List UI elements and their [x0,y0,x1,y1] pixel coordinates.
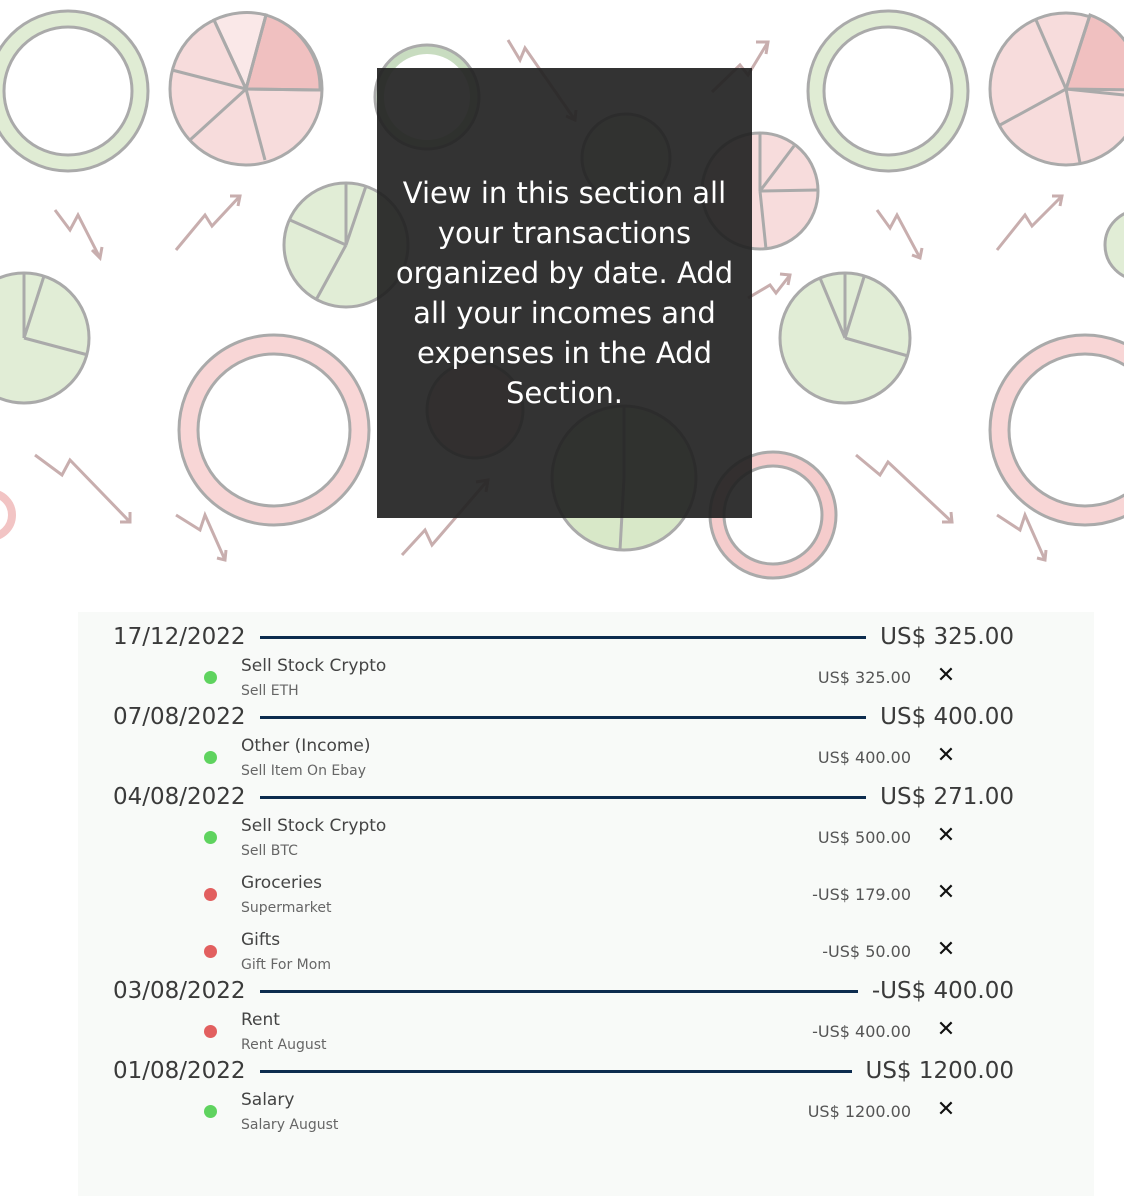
transaction-description: Sell ETH [241,683,299,699]
transaction-category: Other (Income) [241,736,371,756]
transaction-row: Sell Stock Crypto Sell ETH US$ 325.00 ✕ [198,656,958,706]
info-overlay: View in this section all your transactio… [377,68,752,518]
donut-chart-icon [0,11,148,171]
delete-transaction-button[interactable]: ✕ [934,824,958,848]
transaction-amount: US$ 400.00 [817,748,911,767]
delete-transaction-button[interactable]: ✕ [934,881,958,905]
group-total: US$ 325.00 [880,624,1014,650]
date-group-header: 17/12/2022 US$ 325.00 [113,622,1014,652]
transaction-description: Salary August [241,1117,339,1133]
donut-chart-icon [808,11,968,171]
group-divider [259,795,867,799]
date-group-header: 04/08/2022 US$ 271.00 [113,782,1014,812]
donut-chart-icon [180,336,368,524]
transaction-row: Salary Salary August US$ 1200.00 ✕ [198,1090,958,1140]
delete-transaction-button[interactable]: ✕ [934,664,958,688]
expense-indicator-dot [204,888,217,901]
date-group-header: 07/08/2022 US$ 400.00 [113,702,1014,732]
group-divider [259,715,867,719]
transaction-row: Gifts Gift For Mom -US$ 50.00 ✕ [198,930,958,980]
transaction-description: Sell BTC [241,843,298,859]
transaction-category: Rent [241,1010,280,1030]
transaction-amount: US$ 325.00 [817,668,911,687]
date-group-header: 01/08/2022 US$ 1200.00 [113,1056,1014,1086]
transaction-amount: US$ 500.00 [817,828,911,847]
transaction-amount: -US$ 50.00 [822,942,911,961]
transaction-category: Salary [241,1090,295,1110]
income-indicator-dot [204,751,217,764]
group-date: 17/12/2022 [113,624,246,650]
income-indicator-dot [204,1105,217,1118]
expense-indicator-dot [204,945,217,958]
group-date: 03/08/2022 [113,978,246,1004]
delete-transaction-button[interactable]: ✕ [934,938,958,962]
transaction-amount: -US$ 179.00 [812,885,911,904]
income-indicator-dot [204,831,217,844]
transaction-category: Groceries [241,873,323,893]
transaction-amount: -US$ 400.00 [812,1022,911,1041]
income-indicator-dot [204,671,217,684]
info-message: View in this section all your transactio… [395,176,734,410]
transaction-description: Rent August [241,1037,327,1053]
group-total: -US$ 400.00 [871,978,1014,1004]
hero-banner: View in this section all your transactio… [0,0,1124,585]
group-total: US$ 400.00 [880,704,1014,730]
expense-indicator-dot [204,1025,217,1038]
transaction-row: Rent Rent August -US$ 400.00 ✕ [198,1010,958,1060]
transaction-description: Supermarket [241,900,332,916]
group-total: US$ 1200.00 [865,1058,1015,1084]
transaction-row: Groceries Supermarket -US$ 179.00 ✕ [198,873,958,923]
transaction-category: Gifts [241,930,281,950]
group-divider [259,989,858,993]
transaction-category: Sell Stock Crypto [241,656,387,676]
transaction-amount: US$ 1200.00 [807,1102,911,1121]
group-total: US$ 271.00 [880,784,1014,810]
transaction-category: Sell Stock Crypto [241,816,387,836]
transaction-description: Gift For Mom [241,957,331,973]
delete-transaction-button[interactable]: ✕ [934,1098,958,1122]
delete-transaction-button[interactable]: ✕ [934,1018,958,1042]
delete-transaction-button[interactable]: ✕ [934,744,958,768]
group-date: 07/08/2022 [113,704,246,730]
group-divider [259,635,867,639]
group-date: 01/08/2022 [113,1058,246,1084]
pie-chart-icon [0,271,91,405]
transaction-description: Sell Item On Ebay [241,763,366,779]
donut-chart-icon [991,336,1124,524]
group-divider [259,1069,852,1073]
transactions-list: 17/12/2022 US$ 325.00 Sell Stock Crypto Sel… [78,612,1094,1196]
transaction-row: Other (Income) Sell Item On Ebay US$ 400.0… [198,736,958,786]
transaction-row: Sell Stock Crypto Sell BTC US$ 500.00 ✕ [198,816,958,866]
group-date: 04/08/2022 [113,784,246,810]
date-group-header: 03/08/2022 -US$ 400.00 [113,976,1014,1006]
